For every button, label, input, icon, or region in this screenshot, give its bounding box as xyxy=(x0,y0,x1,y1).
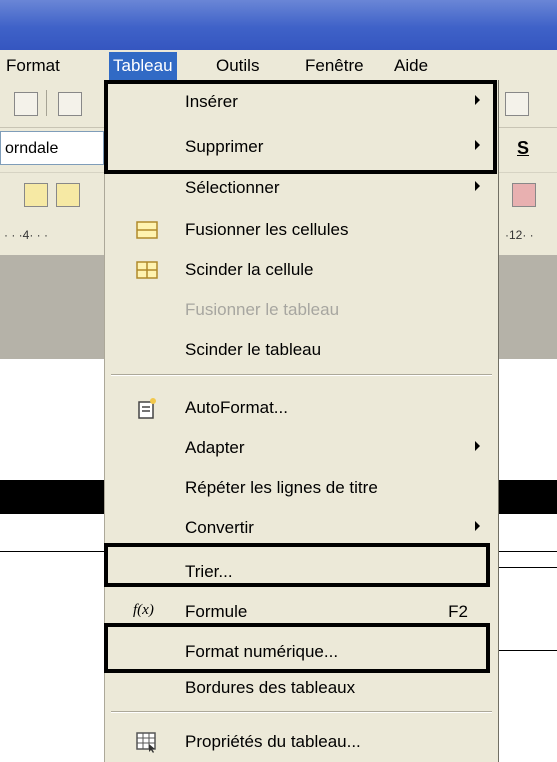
menu-item-label: Sélectionner xyxy=(185,178,280,197)
menu-item-autoformat[interactable]: AutoFormat... xyxy=(105,390,498,426)
submenu-arrow-icon xyxy=(475,181,480,191)
menu-fenetre[interactable]: Fenêtre xyxy=(305,56,364,76)
menu-item-proprietes[interactable]: Propriétés du tableau... xyxy=(105,724,498,760)
menu-item-scinder-cellule[interactable]: Scinder la cellule xyxy=(105,252,498,288)
menu-outils[interactable]: Outils xyxy=(216,56,259,76)
table-line xyxy=(498,551,557,552)
menu-divider xyxy=(111,711,492,713)
menu-item-label: Bordures des tableaux xyxy=(185,678,356,697)
split-cell-toolbar-icon[interactable] xyxy=(56,183,80,207)
menu-item-shortcut: F2 xyxy=(448,602,468,621)
print-preview-icon[interactable] xyxy=(14,92,38,116)
menu-item-label: Scinder la cellule xyxy=(185,260,314,279)
menu-bar: Format Tableau Outils Fenêtre Aide xyxy=(0,50,557,80)
menu-item-label: Formule xyxy=(185,602,248,621)
menu-item-label: AutoFormat... xyxy=(185,398,288,417)
highlight-box-trier xyxy=(104,543,490,587)
spellcheck-icon[interactable] xyxy=(58,92,82,116)
submenu-arrow-icon xyxy=(475,521,480,531)
menu-item-fusionner-cellules[interactable]: Fusionner les cellules xyxy=(105,212,498,248)
underline-button[interactable]: S xyxy=(517,138,529,159)
menu-item-label: Convertir xyxy=(185,518,254,537)
autoformat-icon xyxy=(138,398,156,419)
table-line xyxy=(498,650,557,651)
menu-item-bordures[interactable]: Bordures des tableaux xyxy=(105,670,498,706)
menu-tableau[interactable]: Tableau xyxy=(109,52,177,80)
table-color-icon[interactable] xyxy=(512,183,536,207)
navigator-icon[interactable] xyxy=(505,92,529,116)
menu-item-convertir[interactable]: Convertir xyxy=(105,510,498,546)
menu-item-repeter-lignes[interactable]: Répéter les lignes de titre xyxy=(105,470,498,506)
menu-item-label: Répéter les lignes de titre xyxy=(185,478,378,497)
merge-cells-toolbar-icon[interactable] xyxy=(24,183,48,207)
table-line xyxy=(0,551,106,552)
menu-item-selectionner[interactable]: Sélectionner xyxy=(105,170,498,206)
window-title-bar xyxy=(0,0,557,50)
highlight-box-inserer-supprimer xyxy=(104,80,497,174)
menu-format[interactable]: Format xyxy=(6,56,60,76)
menu-item-fusionner-tableau: Fusionner le tableau xyxy=(105,292,498,328)
menu-item-label: Fusionner les cellules xyxy=(185,220,349,239)
highlight-box-format-numerique xyxy=(104,623,490,673)
menu-item-label: Scinder le tableau xyxy=(185,340,322,359)
menu-aide[interactable]: Aide xyxy=(394,56,428,76)
menu-item-label: Fusionner le tableau xyxy=(185,300,340,319)
ruler-right-marks: ·12· · xyxy=(505,228,534,242)
menu-divider xyxy=(111,374,492,376)
submenu-arrow-icon xyxy=(475,441,480,451)
menu-item-label: Adapter xyxy=(185,438,245,457)
menu-item-scinder-tableau[interactable]: Scinder le tableau xyxy=(105,332,498,368)
table-properties-icon xyxy=(136,732,156,753)
ruler-left-marks: · · ·4· · · xyxy=(4,228,48,242)
font-name-field[interactable]: orndale xyxy=(0,131,104,165)
menu-item-label: Propriétés du tableau... xyxy=(185,732,361,751)
table-line xyxy=(498,567,557,568)
toolbar-separator xyxy=(46,90,47,116)
merge-cells-icon xyxy=(136,221,158,239)
menu-item-adapter[interactable]: Adapter xyxy=(105,430,498,466)
formula-icon: f(x) xyxy=(133,602,154,618)
split-cell-icon xyxy=(136,261,158,279)
